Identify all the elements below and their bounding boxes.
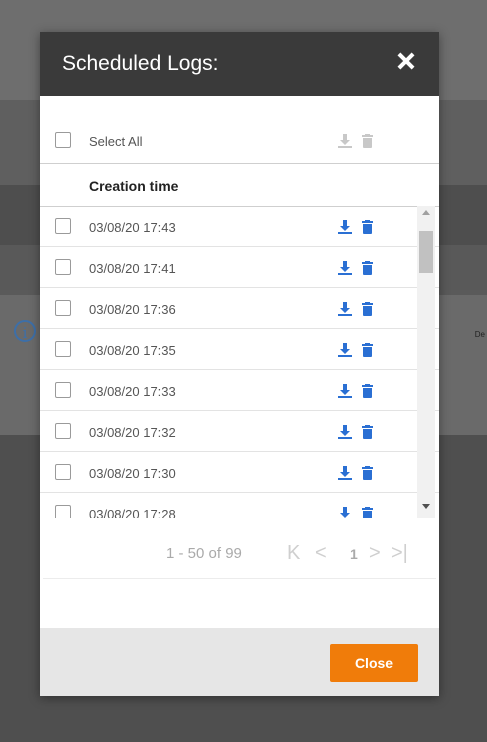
download-icon[interactable] bbox=[338, 466, 352, 480]
download-icon[interactable] bbox=[338, 343, 352, 357]
pagination-range: 1 - 50 of 99 bbox=[166, 545, 242, 562]
row-checkbox[interactable] bbox=[55, 464, 71, 480]
next-page-icon[interactable]: > bbox=[369, 542, 381, 565]
scheduled-logs-modal: Scheduled Logs: Select All Creation time… bbox=[40, 32, 439, 696]
download-icon[interactable] bbox=[338, 507, 352, 518]
row-checkbox[interactable] bbox=[55, 341, 71, 357]
close-icon[interactable] bbox=[395, 46, 417, 76]
creation-time: 03/08/20 17:30 bbox=[89, 466, 176, 481]
pagination: 1 - 50 of 99 K < 1 > >| bbox=[40, 538, 439, 578]
list-item: 03/08/20 17:41 bbox=[40, 247, 439, 288]
download-icon bbox=[338, 134, 352, 148]
row-checkbox[interactable] bbox=[55, 505, 71, 518]
row-checkbox[interactable] bbox=[55, 259, 71, 275]
trash-icon[interactable] bbox=[362, 261, 373, 275]
select-all-row: Select All bbox=[40, 96, 439, 164]
list-item: 03/08/20 17:43 bbox=[40, 206, 439, 247]
row-checkbox[interactable] bbox=[55, 218, 71, 234]
row-checkbox[interactable] bbox=[55, 423, 71, 439]
info-icon: i bbox=[14, 320, 36, 342]
creation-time: 03/08/20 17:28 bbox=[89, 507, 176, 518]
download-icon[interactable] bbox=[338, 384, 352, 398]
row-checkbox[interactable] bbox=[55, 300, 71, 316]
trash-icon[interactable] bbox=[362, 220, 373, 234]
trash-icon[interactable] bbox=[362, 466, 373, 480]
download-icon[interactable] bbox=[338, 261, 352, 275]
scroll-thumb[interactable] bbox=[419, 231, 433, 273]
creation-time: 03/08/20 17:32 bbox=[89, 425, 176, 440]
column-header-creation-time[interactable]: Creation time bbox=[89, 178, 178, 194]
divider bbox=[43, 578, 436, 579]
list-item: 03/08/20 17:30 bbox=[40, 452, 439, 493]
prev-page-icon[interactable]: < bbox=[315, 542, 327, 565]
creation-time: 03/08/20 17:41 bbox=[89, 261, 176, 276]
list-item: 03/08/20 17:33 bbox=[40, 370, 439, 411]
trash-icon bbox=[362, 134, 373, 148]
trash-icon[interactable] bbox=[362, 343, 373, 357]
list-item: 03/08/20 17:32 bbox=[40, 411, 439, 452]
creation-time: 03/08/20 17:43 bbox=[89, 220, 176, 235]
select-all-label: Select All bbox=[89, 134, 143, 149]
last-page-icon[interactable]: >| bbox=[391, 542, 408, 565]
first-page-icon[interactable]: K bbox=[287, 542, 300, 565]
modal-header: Scheduled Logs: bbox=[40, 32, 439, 96]
trash-icon[interactable] bbox=[362, 507, 373, 518]
log-list: 03/08/20 17:43 03/08/20 17:41 03/08/20 1… bbox=[40, 206, 439, 518]
creation-time: 03/08/20 17:33 bbox=[89, 384, 176, 399]
modal-footer: Close bbox=[40, 628, 439, 696]
current-page-number: 1 bbox=[350, 546, 358, 562]
list-item: 03/08/20 17:28 bbox=[40, 493, 439, 518]
download-icon[interactable] bbox=[338, 220, 352, 234]
scroll-up-arrow-icon[interactable] bbox=[422, 210, 430, 215]
trash-icon[interactable] bbox=[362, 302, 373, 316]
select-all-checkbox[interactable] bbox=[55, 132, 71, 148]
background-truncated-text: De bbox=[474, 330, 485, 339]
list-scrollbar[interactable] bbox=[417, 206, 435, 518]
creation-time: 03/08/20 17:35 bbox=[89, 343, 176, 358]
close-button[interactable]: Close bbox=[330, 644, 418, 682]
row-checkbox[interactable] bbox=[55, 382, 71, 398]
creation-time: 03/08/20 17:36 bbox=[89, 302, 176, 317]
trash-icon[interactable] bbox=[362, 425, 373, 439]
modal-title: Scheduled Logs: bbox=[62, 52, 219, 75]
divider bbox=[40, 163, 439, 164]
scroll-down-arrow-icon[interactable] bbox=[422, 504, 430, 509]
download-icon[interactable] bbox=[338, 302, 352, 316]
trash-icon[interactable] bbox=[362, 384, 373, 398]
list-item: 03/08/20 17:36 bbox=[40, 288, 439, 329]
list-item: 03/08/20 17:35 bbox=[40, 329, 439, 370]
download-icon[interactable] bbox=[338, 425, 352, 439]
